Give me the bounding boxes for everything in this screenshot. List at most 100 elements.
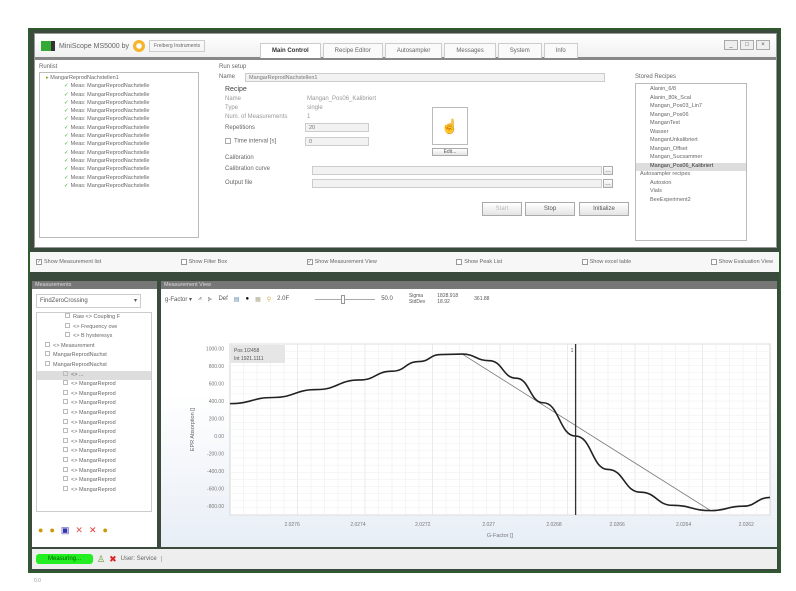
runlist-item[interactable]: ✓ Meas: MangarReprodNachstelle	[40, 108, 198, 116]
measurement-item[interactable]: <> MangarReprod	[37, 380, 151, 390]
run-name-input[interactable]: MangarReprodNachstellen1	[245, 73, 605, 82]
time-interval-checkbox[interactable]: Time interval [s]	[225, 138, 276, 145]
stored-recipe-item[interactable]: Alanin_80k_Scal	[636, 95, 746, 104]
delete-icon[interactable]: ✕	[89, 525, 97, 536]
measurement-item[interactable]: <> B hysteresys	[37, 332, 151, 342]
runlist-item[interactable]: ✓ Meas: MangarReprodNachstelle	[40, 158, 198, 166]
measurement-item[interactable]: <> MangarReprod	[37, 399, 151, 409]
stop-button[interactable]: Stop	[525, 202, 575, 216]
runlist-root[interactable]: ▸ MangarReprodNachstellen1	[40, 75, 198, 83]
measurement-item[interactable]: <> MangarReprod	[37, 447, 151, 457]
stored-recipe-item[interactable]: Wasser	[636, 129, 746, 138]
tab-messages[interactable]: Messages	[444, 43, 496, 58]
tab-main-control[interactable]: Main Control	[260, 43, 321, 58]
runlist-item[interactable]: ✓ Meas: MangarReprodNachstelle	[40, 100, 198, 108]
tab-info[interactable]: Info	[543, 43, 578, 58]
runlist-item[interactable]: ✓ Meas: MangarReprodNachstelle	[40, 83, 198, 91]
checkbox[interactable]	[63, 380, 68, 386]
measurement-item[interactable]: MangarReprodNachst	[37, 360, 151, 371]
calibration-curve-input[interactable]	[312, 166, 602, 175]
stored-recipe-item[interactable]: Mangan_Pos06_Kalibriert	[636, 162, 746, 171]
checkbox-show-peak-list[interactable]: Show Peak List	[456, 259, 502, 265]
runlist-item[interactable]: ✓ Meas: MangarReprodNachstelle	[40, 166, 198, 174]
stored-recipe-item[interactable]: Mangan_Pos03_Lin7	[636, 103, 746, 112]
checkbox[interactable]	[63, 418, 68, 424]
checkbox[interactable]	[63, 408, 68, 414]
measurement-item[interactable]: <> Frequency ove	[37, 322, 151, 333]
measurement-item[interactable]: <> MangarReprod	[37, 456, 151, 467]
measurement-item[interactable]: <> MangarReprod	[37, 408, 151, 419]
measurement-item[interactable]: <> MangarReprod	[37, 466, 151, 477]
checkbox[interactable]	[63, 447, 68, 453]
autosampler-recipes-group[interactable]: Autosampler recipes	[636, 171, 746, 180]
checkbox[interactable]	[63, 428, 68, 434]
measurement-item[interactable]: Raw <> Coupling F	[37, 313, 151, 323]
autosampler-recipe-item[interactable]: Autosion	[636, 180, 746, 189]
edit-recipe-button[interactable]: Edit...	[432, 148, 468, 156]
measurement-item[interactable]: <> MangarReprod	[37, 428, 151, 438]
measurement-item[interactable]: <> MangarReprod	[37, 485, 151, 496]
stored-recipes-list[interactable]: Alanin_6/8 Alanin_80k_Scal Mangan_Pos03_Li…	[635, 83, 747, 241]
measurement-item[interactable]: <> MangarReprod	[37, 418, 151, 429]
tab-recipe-editor[interactable]: Recipe Editor	[322, 43, 383, 58]
filter-dropdown[interactable]: FindZeroCrossing ▾	[36, 294, 141, 308]
checkbox-show-filter-box[interactable]: Show Filter Box	[180, 259, 227, 265]
add-icon[interactable]: ●	[49, 525, 54, 536]
checkbox[interactable]	[63, 399, 68, 405]
checkbox-show-measurement-view[interactable]: ✓ Show Measurement View	[306, 259, 377, 265]
open-icon[interactable]: ●	[38, 525, 43, 536]
calibration-browse-button[interactable]: …	[603, 166, 613, 175]
runlist-item[interactable]: ✓ Meas: MangarReprodNachstelle	[40, 150, 198, 158]
runlist-item[interactable]: ✓ Meas: MangarReprodNachstelle	[40, 175, 198, 183]
checkbox[interactable]	[65, 322, 70, 328]
stored-recipe-item[interactable]: ManganUnkalibriert	[636, 137, 746, 146]
runlist-item[interactable]: ✓ Meas: MangarReprodNachstelle	[40, 141, 198, 149]
checkbox[interactable]	[63, 456, 68, 462]
stored-recipe-item[interactable]: Alanin_6/8	[636, 86, 746, 95]
start-button[interactable]: Start	[482, 202, 522, 216]
runlist-item[interactable]: ✓ Meas: MangarReprodNachstelle	[40, 92, 198, 100]
runlist-item[interactable]: ✓ Meas: MangarReprodNachstelle	[40, 183, 198, 191]
stored-recipe-item[interactable]: Mangan_Offset	[636, 146, 746, 155]
autosampler-recipe-item[interactable]: BeeExperiment2	[636, 197, 746, 206]
checkbox[interactable]	[65, 332, 70, 338]
stored-recipe-item[interactable]: Mangan_Sucsammer	[636, 154, 746, 163]
stored-recipe-item[interactable]: Mangan_Pos06	[636, 112, 746, 121]
checkbox[interactable]	[45, 351, 50, 357]
checkbox[interactable]	[63, 466, 68, 472]
stored-recipe-item[interactable]: ManganTest	[636, 120, 746, 129]
delete-all-icon[interactable]: ✕	[75, 525, 83, 536]
minimize-button[interactable]: _	[724, 40, 738, 50]
measurement-item[interactable]: MangarReprodNachst	[37, 351, 151, 361]
initialize-button[interactable]: Initialize	[579, 202, 629, 216]
runlist-item[interactable]: ✓ Meas: MangarReprodNachstelle	[40, 116, 198, 124]
checkbox-show-excel-table[interactable]: Show excel table	[581, 259, 631, 265]
runlist-item[interactable]: ✓ Meas: MangarReprodNachstelle	[40, 133, 198, 141]
checkbox[interactable]	[65, 313, 70, 318]
checkbox[interactable]	[63, 370, 68, 376]
close-button[interactable]: ×	[756, 40, 770, 50]
checkbox-show-evaluation-view[interactable]: Show Evaluation View	[710, 259, 773, 265]
runlist-tree[interactable]: ▸ MangarReprodNachstellen1 ✓ Meas: MangarR…	[39, 72, 199, 238]
output-file-input[interactable]	[312, 179, 602, 188]
checkbox[interactable]	[63, 476, 68, 482]
tab-autosampler[interactable]: Autosampler	[384, 43, 443, 58]
checkbox[interactable]	[45, 341, 50, 347]
measurement-item[interactable]: <> MangarReprod	[37, 389, 151, 400]
checkbox[interactable]	[63, 437, 68, 443]
measurement-item[interactable]: <> Measurement	[37, 341, 151, 352]
maximize-button[interactable]: □	[740, 40, 754, 50]
checkbox[interactable]	[45, 360, 50, 366]
export-icon[interactable]: ●	[102, 525, 107, 536]
logout-icon[interactable]: ✖	[109, 554, 117, 565]
save-icon[interactable]: ▣	[61, 525, 70, 536]
tab-system[interactable]: System	[497, 43, 542, 58]
output-browse-button[interactable]: …	[603, 179, 613, 188]
checkbox-show-measurement-list[interactable]: ✓ Show Measurement list	[36, 259, 101, 265]
runlist-item[interactable]: ✓ Meas: MangarReprodNachstelle	[40, 125, 198, 133]
measurement-tree[interactable]: Raw <> Coupling F <> Frequency ove <> B hy…	[36, 312, 152, 512]
checkbox[interactable]	[63, 389, 68, 395]
measurement-item[interactable]: <> MangarReprod	[37, 476, 151, 486]
autosampler-recipe-item[interactable]: Vials	[636, 188, 746, 197]
checkbox[interactable]	[63, 485, 68, 491]
